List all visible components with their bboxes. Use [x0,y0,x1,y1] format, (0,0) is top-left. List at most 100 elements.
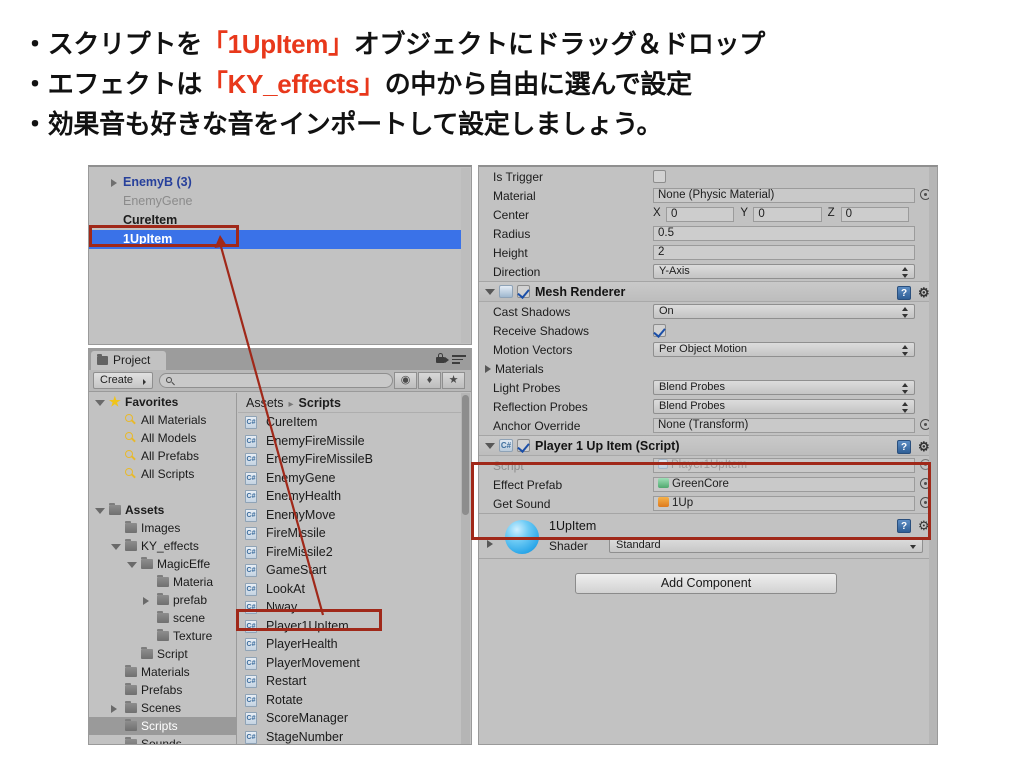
project-tree-item-scene[interactable]: scene [89,609,236,627]
asset-item-rotate[interactable]: C# Rotate [238,691,461,710]
project-tree-item-sounds[interactable]: Sounds [89,735,236,744]
property-dropdown[interactable]: Y-Axis [653,264,915,279]
project-tree-item-texture[interactable]: Texture [89,627,236,645]
help-icon[interactable]: ? [897,440,911,454]
folder-icon [125,539,137,551]
shader-dropdown[interactable]: Standard [609,538,923,553]
asset-item-enemyfiremissileb[interactable]: C# EnemyFireMissileB [238,450,461,469]
asset-item-playerhealth[interactable]: C# PlayerHealth [238,635,461,654]
property-checkbox[interactable] [653,170,666,183]
property-checkbox[interactable] [653,324,666,337]
asset-rows[interactable]: C# CureItem C# EnemyFireMissile C# EnemyFireM… [238,413,461,746]
breadcrumb[interactable]: Assets ▸ Scripts [238,393,461,413]
chevron-right-icon[interactable] [111,179,117,187]
panel-menu-icon[interactable] [445,355,466,364]
asset-item-lookat[interactable]: C# LookAt [238,580,461,599]
asset-item-enemymove[interactable]: C# EnemyMove [238,506,461,525]
property-input[interactable]: 0.5 [653,226,915,241]
hierarchy-item-enemygene[interactable]: EnemyGene [89,192,461,211]
chevron-right-icon[interactable] [485,364,491,373]
axis-input-z[interactable]: 0 [840,207,909,222]
project-tree-item-allprefabs[interactable]: All Prefabs [89,447,236,465]
project-scrollbar[interactable] [461,393,470,744]
chevron-right-icon[interactable] [143,597,149,605]
project-tree-item-favorites[interactable]: ★ Favorites [89,393,236,411]
asset-item-enemygene[interactable]: C# EnemyGene [238,469,461,488]
foldout-triangle-icon[interactable] [487,540,493,548]
project-tree-item-allscripts[interactable]: All Scripts [89,465,236,483]
add-component-button[interactable]: Add Component [575,573,837,594]
hierarchy-item-1upitem[interactable]: 1UpItem [89,230,461,249]
property-object-field[interactable]: None (Physic Material) [653,188,915,203]
property-object-field[interactable]: 1Up [653,496,915,511]
asset-item-scoremanager[interactable]: C# ScoreManager [238,709,461,728]
project-tree-item-scripts[interactable]: Scripts [89,717,236,735]
property-dropdown[interactable]: On [653,304,915,319]
asset-item-player1upitem[interactable]: C# Player1UpItem [238,617,461,636]
hierarchy-item-cureitem[interactable]: CureItem [89,211,461,230]
help-icon[interactable]: ? [897,286,911,300]
property-input[interactable]: 2 [653,245,915,260]
project-tree-item-assets[interactable]: Assets [89,501,236,519]
chevron-down-icon[interactable] [127,562,137,568]
asset-item-restart[interactable]: C# Restart [238,672,461,691]
chevron-down-icon [910,545,916,549]
project-tree-item-materials[interactable]: Materials [89,663,236,681]
project-tree-item-prefab[interactable]: prefab [89,591,236,609]
favorite-star-icon[interactable]: ★ [442,372,465,389]
property-object-field[interactable]: None (Transform) [653,418,915,433]
asset-item-enemyhealth[interactable]: C# EnemyHealth [238,487,461,506]
material-name: 1UpItem [549,519,597,533]
lock-icon[interactable] [436,353,445,363]
chevron-right-icon[interactable] [111,705,117,713]
asset-item-nway[interactable]: C# Nway [238,598,461,617]
help-icon[interactable]: ? [897,519,911,533]
inspector-scrollbar[interactable] [929,167,937,744]
project-search-input[interactable] [159,373,393,388]
hierarchy-item-enemyb3[interactable]: EnemyB (3) [89,173,461,192]
project-tree-item-script[interactable]: Script [89,645,236,663]
asset-item-firemissile2[interactable]: C# FireMissile2 [238,543,461,562]
breadcrumb-root[interactable]: Assets [246,396,284,410]
chevron-down-icon[interactable] [95,508,105,514]
script-component-header[interactable]: C# Player 1 Up Item (Script) ? ⚙ [479,435,937,456]
property-label: Get Sound [493,496,551,511]
script-enabled-checkbox[interactable] [517,439,530,452]
project-tree-item-allmodels[interactable]: All Models [89,429,236,447]
project-tree-item-ky_effects[interactable]: KY_effects [89,537,236,555]
csharp-script-icon: C# [245,527,257,540]
asset-item-cureitem[interactable]: C# CureItem [238,413,461,432]
asset-item-gamestart[interactable]: C# GameStart [238,561,461,580]
project-tree-item-scenes[interactable]: Scenes [89,699,236,717]
project-tree-item-magiceffe[interactable]: MagicEffe [89,555,236,573]
hierarchy-scrollbar[interactable] [461,168,470,343]
asset-item-firemissile[interactable]: C# FireMissile [238,524,461,543]
axis-input-x[interactable]: 0 [666,207,735,222]
property-object-field[interactable]: GreenCore [653,477,915,492]
mesh-renderer-header[interactable]: Mesh Renderer ? ⚙ [479,281,937,302]
project-tree-item-prefabs[interactable]: Prefabs [89,681,236,699]
project-tree-item-allmaterials[interactable]: All Materials [89,411,236,429]
foldout-triangle-icon[interactable] [485,442,495,449]
filter-by-type-icon[interactable]: ◉ [394,372,417,389]
property-dropdown[interactable]: Per Object Motion [653,342,915,357]
chevron-down-icon[interactable] [111,544,121,550]
mesh-renderer-enabled-checkbox[interactable] [517,285,530,298]
tab-project[interactable]: Project [91,351,167,370]
asset-item-enemyfiremissile[interactable]: C# EnemyFireMissile [238,432,461,451]
project-tree-item-materia[interactable]: Materia [89,573,236,591]
create-button[interactable]: Create [93,372,153,389]
foldout-triangle-icon[interactable] [485,288,495,295]
property-dropdown[interactable]: Blend Probes [653,380,915,395]
axis-input-y[interactable]: 0 [753,207,822,222]
chevron-down-icon[interactable] [95,400,105,406]
property-object-field[interactable]: Player1UpItem [653,458,915,473]
asset-item-stagenumber[interactable]: C# StageNumber [238,728,461,747]
project-tree-item-images[interactable]: Images [89,519,236,537]
csharp-script-icon: C# [245,619,257,633]
property-dropdown[interactable]: Blend Probes [653,399,915,414]
filter-by-label-icon[interactable]: ♦ [418,372,441,389]
asset-item-playermovement[interactable]: C# PlayerMovement [238,654,461,673]
hierarchy-list[interactable]: EnemyB (3) EnemyGene CureItem 1UpItem [89,173,461,249]
project-folder-tree[interactable]: ★ Favorites All Materials All Models All Pre… [89,393,237,744]
